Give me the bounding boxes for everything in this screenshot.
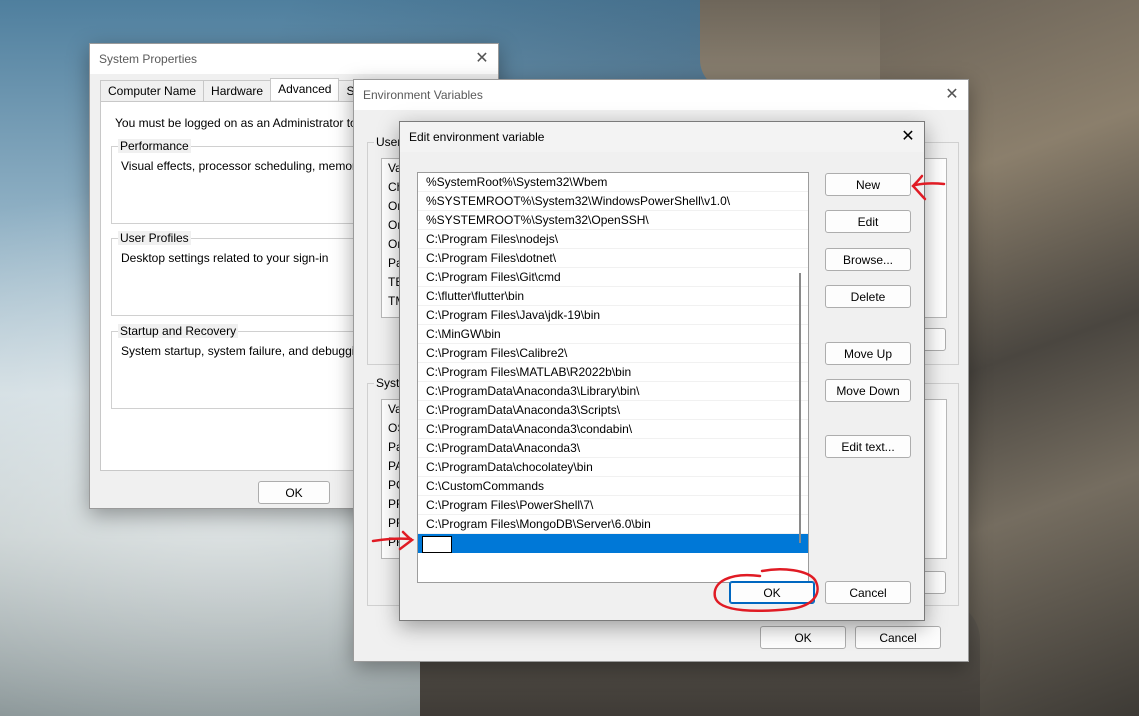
list-item[interactable]: C:\Program Files\Calibre2\	[418, 344, 808, 363]
scrollbar[interactable]	[799, 273, 801, 543]
edit-button[interactable]: Edit	[825, 210, 911, 233]
list-item[interactable]: C:\ProgramData\Anaconda3\Scripts\	[418, 401, 808, 420]
move-up-button[interactable]: Move Up	[825, 342, 911, 365]
tab-computer-name[interactable]: Computer Name	[100, 80, 205, 102]
list-item[interactable]: C:\ProgramData\Anaconda3\Library\bin\	[418, 382, 808, 401]
environment-variables-titlebar[interactable]: Environment Variables	[354, 80, 968, 110]
list-item[interactable]: C:\Program Files\MongoDB\Server\6.0\bin	[418, 515, 808, 534]
list-item[interactable]: C:\flutter\flutter\bin	[418, 287, 808, 306]
list-item[interactable]: C:\MinGW\bin	[418, 325, 808, 344]
close-icon[interactable]: ✕	[944, 87, 960, 103]
performance-text: Visual effects, processor scheduling, me…	[121, 159, 392, 173]
ok-button[interactable]: OK	[760, 626, 846, 649]
list-item[interactable]: C:\Program Files\Java\jdk-19\bin	[418, 306, 808, 325]
edit-text-button[interactable]: Edit text...	[825, 435, 911, 458]
edit-env-titlebar[interactable]: Edit environment variable	[400, 122, 924, 152]
list-item[interactable]: C:\CustomCommands	[418, 477, 808, 496]
new-path-row-selected[interactable]	[418, 534, 808, 553]
startup-recovery-text: System startup, system failure, and debu…	[121, 344, 391, 358]
tab-advanced[interactable]: Advanced	[270, 78, 340, 100]
close-icon[interactable]: ✕	[900, 129, 916, 145]
list-item[interactable]: C:\ProgramData\chocolatey\bin	[418, 458, 808, 477]
list-item[interactable]: C:\ProgramData\Anaconda3\condabin\	[418, 420, 808, 439]
environment-variables-title: Environment Variables	[363, 88, 483, 102]
system-properties-title: System Properties	[99, 52, 198, 66]
new-button[interactable]: New	[825, 173, 911, 196]
edit-env-title: Edit environment variable	[409, 130, 545, 144]
delete-button[interactable]: Delete	[825, 285, 911, 308]
new-path-input[interactable]	[422, 535, 452, 553]
edit-environment-variable-dialog: Edit environment variable ✕ %SystemRoot%…	[399, 121, 925, 621]
path-list[interactable]: %SystemRoot%\System32\Wbem %SYSTEMROOT%\…	[417, 172, 809, 583]
list-item[interactable]: %SYSTEMROOT%\System32\OpenSSH\	[418, 211, 808, 230]
startup-recovery-label: Startup and Recovery	[118, 324, 239, 338]
move-down-button[interactable]: Move Down	[825, 379, 911, 402]
ok-button[interactable]: OK	[729, 581, 815, 604]
ok-button[interactable]: OK	[258, 481, 330, 504]
list-item[interactable]: C:\Program Files\nodejs\	[418, 230, 808, 249]
cancel-button[interactable]: Cancel	[855, 626, 941, 649]
list-item[interactable]: C:\ProgramData\Anaconda3\	[418, 439, 808, 458]
close-icon[interactable]: ✕	[474, 51, 490, 67]
user-profiles-text: Desktop settings related to your sign-in	[121, 251, 329, 265]
cancel-button[interactable]: Cancel	[825, 581, 911, 604]
list-item[interactable]: %SystemRoot%\System32\Wbem	[418, 173, 808, 192]
list-item[interactable]: C:\Program Files\MATLAB\R2022b\bin	[418, 363, 808, 382]
performance-label: Performance	[118, 139, 191, 153]
admin-notice: You must be logged on as an Administrato…	[115, 116, 390, 130]
system-properties-titlebar[interactable]: System Properties	[90, 44, 498, 74]
list-item[interactable]: C:\Program Files\Git\cmd	[418, 268, 808, 287]
browse-button[interactable]: Browse...	[825, 248, 911, 271]
user-profiles-label: User Profiles	[118, 231, 191, 245]
list-item[interactable]: C:\Program Files\dotnet\	[418, 249, 808, 268]
tab-hardware[interactable]: Hardware	[203, 80, 272, 102]
list-item[interactable]: C:\Program Files\PowerShell\7\	[418, 496, 808, 515]
list-item[interactable]: %SYSTEMROOT%\System32\WindowsPowerShell\…	[418, 192, 808, 211]
